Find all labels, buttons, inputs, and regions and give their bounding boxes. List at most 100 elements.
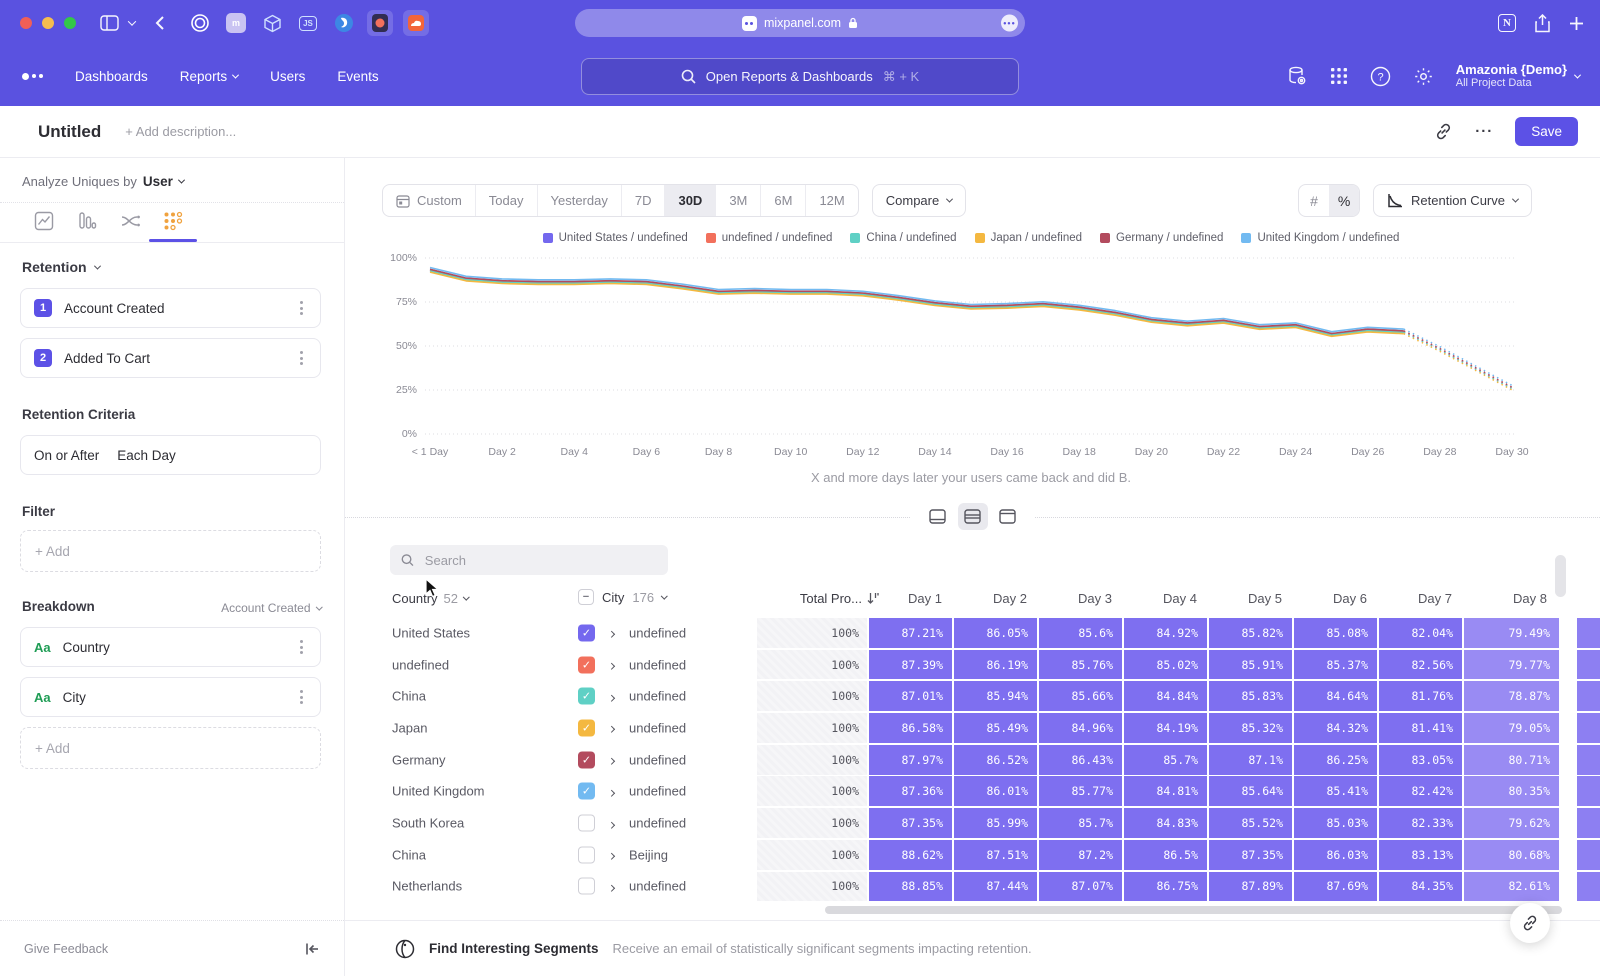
retention-cell[interactable]: 86.05% [954,618,1037,648]
collapse-sidebar-icon[interactable] [304,941,320,957]
retention-cell[interactable]: 85.7% [1039,808,1122,838]
retention-cell[interactable]: 87.07% [1039,872,1122,902]
col-header-city[interactable]: − City176 [578,589,667,605]
report-title[interactable]: Untitled [38,122,101,142]
retention-cell[interactable]: 82.33% [1379,808,1462,838]
add-description[interactable]: + Add description... [125,124,236,139]
add-filter-button[interactable]: + Add [20,530,321,572]
range-7d[interactable]: 7D [621,185,665,216]
step-options-icon[interactable] [296,347,307,369]
legend-item[interactable]: United States / undefined [543,232,688,244]
retention-cell[interactable]: 87.1% [1209,745,1292,775]
col-header-day-8[interactable]: Day 8 [1464,591,1559,606]
retention-cell[interactable]: 84.84% [1124,681,1207,711]
breakdown-city[interactable]: Aa City [20,677,321,717]
compare-button[interactable]: Compare [872,184,966,217]
range-yesterday[interactable]: Yesterday [537,185,621,216]
col-header-day-7[interactable]: Day 7 [1379,591,1464,606]
step-account-created[interactable]: 1 Account Created [20,288,321,328]
tab-flows-icon[interactable] [119,210,141,232]
retention-cell[interactable]: 85.76% [1039,650,1122,680]
row-checkbox[interactable]: ✓ [578,783,595,800]
retention-cell[interactable]: 85.7% [1124,745,1207,775]
retention-cell[interactable]: 85.94% [954,681,1037,711]
row-checkbox[interactable]: ✓ [578,624,595,641]
row-expand-icon[interactable] [609,782,614,800]
col-header-day-2[interactable]: Day 2 [954,591,1039,606]
page-settings-icon[interactable]: ••• [1001,15,1018,32]
retention-cell[interactable]: 87.69% [1294,872,1377,902]
row-total-cell[interactable]: 100% [757,808,867,838]
retention-cell[interactable]: 87.21% [869,618,952,648]
retention-cell[interactable]: 83.13% [1379,840,1462,870]
retention-cell[interactable]: 81.41% [1379,713,1462,743]
breakdown-options-icon[interactable] [296,636,307,658]
range-30d[interactable]: 30D [664,185,715,216]
help-icon[interactable]: ? [1370,66,1391,87]
chart-only-view-icon[interactable] [923,503,953,530]
tab-overview-chevron-icon[interactable] [129,20,135,26]
settings-gear-icon[interactable] [1413,66,1434,87]
retention-cell[interactable]: 86.19% [954,650,1037,680]
row-checkbox[interactable] [578,815,595,832]
row-checkbox[interactable]: ✓ [578,751,595,768]
legend-item[interactable]: China / undefined [850,232,956,244]
close-window-button[interactable] [20,17,32,29]
row-expand-icon[interactable] [609,719,614,737]
row-expand-icon[interactable] [609,751,614,769]
retention-cell[interactable]: 87.35% [1209,840,1292,870]
retention-cell[interactable]: 88.62% [869,840,952,870]
retention-cell[interactable]: 87.2% [1039,840,1122,870]
row-expand-icon[interactable] [609,846,614,864]
row-total-cell[interactable]: 100% [757,872,867,902]
nav-reports[interactable]: Reports [180,69,238,84]
retention-cell[interactable]: 85.41% [1294,776,1377,806]
col-header-total[interactable]: Total Pro... [757,591,879,606]
retention-cell[interactable]: 85.77% [1039,776,1122,806]
legend-item[interactable]: Japan / undefined [975,232,1082,244]
vertical-scrollbar[interactable] [1555,555,1566,597]
retention-cell[interactable]: 84.81% [1124,776,1207,806]
nav-dashboards[interactable]: Dashboards [75,69,148,84]
retention-cell[interactable]: 82.04% [1379,618,1462,648]
retention-cell[interactable]: 86.25% [1294,745,1377,775]
retention-cell[interactable]: 85.03% [1294,808,1377,838]
retention-cell[interactable]: 80.71% [1464,745,1559,775]
row-total-cell[interactable]: 100% [757,681,867,711]
range-6m[interactable]: 6M [760,185,805,216]
retention-cell[interactable]: 85.08% [1294,618,1377,648]
row-checkbox[interactable]: ✓ [578,688,595,705]
extension-duck-icon[interactable] [331,10,357,36]
row-expand-icon[interactable] [609,814,614,832]
retention-cell[interactable]: 86.75% [1124,872,1207,902]
retention-cell[interactable]: 85.82% [1209,618,1292,648]
retention-cell[interactable]: 87.51% [954,840,1037,870]
retention-cell[interactable]: 78.87% [1464,681,1559,711]
retention-cell[interactable]: 86.52% [954,745,1037,775]
criteria-on-or-after[interactable]: On or After [34,448,99,463]
row-checkbox[interactable] [578,846,595,863]
row-total-cell[interactable]: 100% [757,776,867,806]
table-search-input[interactable] [423,552,657,569]
share-icon[interactable] [1534,14,1551,33]
row-expand-icon[interactable] [609,687,614,705]
retention-cell[interactable]: 85.99% [954,808,1037,838]
retention-cell[interactable]: 87.97% [869,745,952,775]
retention-cell[interactable]: 80.68% [1464,840,1559,870]
data-management-icon[interactable] [1286,65,1308,87]
retention-cell[interactable]: 84.96% [1039,713,1122,743]
tab-insights-icon[interactable] [33,210,55,232]
minimize-window-button[interactable] [42,17,54,29]
retention-cell[interactable]: 87.35% [869,808,952,838]
retention-cell[interactable]: 85.32% [1209,713,1292,743]
retention-cell[interactable]: 79.77% [1464,650,1559,680]
share-link-fab[interactable] [1510,903,1550,943]
retention-cell[interactable]: 79.62% [1464,808,1559,838]
retention-cell[interactable]: 84.64% [1294,681,1377,711]
save-button[interactable]: Save [1515,117,1578,146]
give-feedback-link[interactable]: Give Feedback [24,942,108,956]
absolute-numbers-toggle[interactable]: # [1299,185,1329,216]
retention-cell[interactable]: 87.01% [869,681,952,711]
retention-cell[interactable]: 84.92% [1124,618,1207,648]
row-checkbox[interactable]: ✓ [578,656,595,673]
